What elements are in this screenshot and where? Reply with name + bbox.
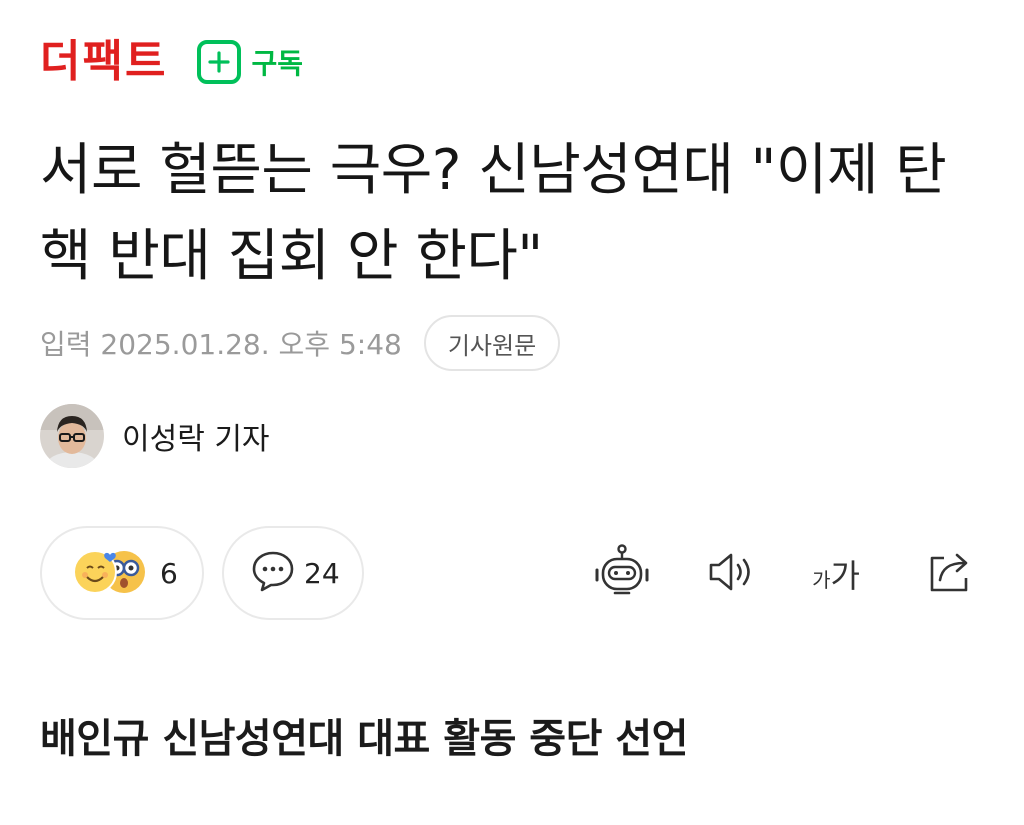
font-size-label-large: 가 [830,557,860,595]
top-bar: 더팩트 구독 [40,34,303,90]
article-headline: 서로 헐뜯는 극우? 신남성연대 "이제 탄핵 반대 집회 안 한다" [40,138,947,289]
plus-icon [197,40,242,84]
font-size-label-small: 가 [812,568,831,592]
text-to-speech-button[interactable] [702,546,762,602]
original-article-button[interactable]: 기사원문 [423,315,561,371]
brand-logo[interactable]: 더팩트 [40,40,167,84]
share-icon [924,548,976,600]
subscribe-button[interactable]: 구독 [197,40,303,84]
reaction-button[interactable]: 6 [40,526,204,620]
font-size-button[interactable]: 가 가 [806,546,866,602]
share-button[interactable] [920,546,980,602]
action-bar: 6 24 가 가 [40,526,990,622]
reaction-emoji-icon [68,546,152,600]
ai-summary-button[interactable] [592,543,652,605]
article-meta: 입력 2025.01.28. 오후 5:48 기사원문 [40,314,561,372]
font-size-icon: 가 가 [812,551,860,597]
ai-summary-robot-icon [593,543,651,605]
subscribe-label: 구독 [251,47,303,80]
publish-date: 입력 2025.01.28. 오후 5:48 [40,328,402,361]
avatar [40,404,104,468]
comment-count: 24 [304,556,340,590]
comment-icon [250,549,296,597]
comment-button[interactable]: 24 [222,526,364,620]
reaction-count: 6 [160,556,178,590]
author-name: 이성락 기자 [122,422,270,457]
speaker-icon [705,550,759,598]
original-article-label: 기사원문 [447,331,537,360]
article-subheading: 배인규 신남성연대 대표 활동 중단 선언 [40,716,688,762]
author-info[interactable]: 이성락 기자 [40,403,270,469]
